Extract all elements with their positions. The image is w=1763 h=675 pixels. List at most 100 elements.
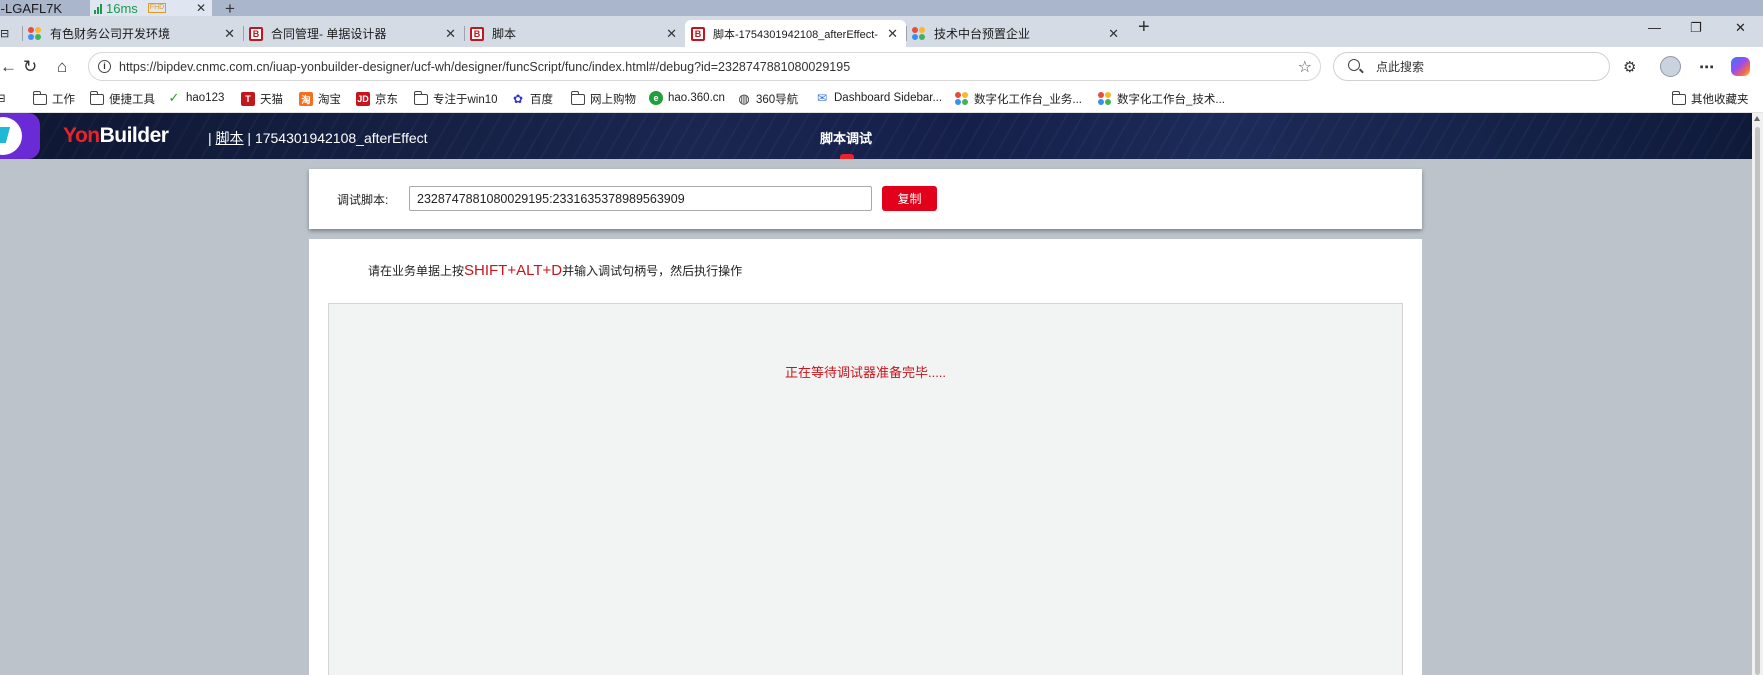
- site-info-icon[interactable]: i: [98, 60, 111, 73]
- quality-badge: FHD: [147, 3, 167, 13]
- url-field[interactable]: i https://bipdev.cnmc.com.cn/iuap-yonbui…: [88, 52, 1321, 81]
- bookmark-shopping[interactable]: 网上购物: [570, 90, 636, 107]
- bookmark-label: 工作: [52, 94, 75, 106]
- more-menu-icon[interactable]: ⋯: [1699, 58, 1714, 76]
- extensions-icon[interactable]: ⚙: [1623, 58, 1636, 76]
- bookmark-jd[interactable]: JD 京东: [356, 91, 398, 107]
- b-logo-icon: B: [470, 26, 484, 41]
- browser-tab-bar: ⊟ 有色财务公司开发环境 ✕ B 合同管理- 单据设计器 ✕ B 脚本 ✕ B …: [0, 16, 1763, 47]
- page-scrollbar[interactable]: [1752, 113, 1763, 675]
- tab-4-active[interactable]: B 脚本-1754301942108_afterEffect- ✕: [685, 20, 906, 47]
- bookmark-label: 京东: [375, 94, 398, 106]
- avatar[interactable]: [1660, 56, 1681, 77]
- tab-3[interactable]: B 脚本 ✕: [464, 20, 685, 47]
- close-icon[interactable]: ✕: [1108, 26, 1119, 42]
- tab-title: 有色财务公司开发环境: [50, 27, 171, 41]
- jd-icon: JD: [356, 92, 370, 106]
- close-icon[interactable]: ✕: [666, 26, 677, 42]
- colored-dots-icon: [912, 26, 926, 41]
- bookmarks-bar: ⊟ 工作 便捷工具 ✓ hao123 T 天猫 淘淘宝 JD 京东 专注于win10 …: [0, 86, 1763, 113]
- taobao-icon: 淘: [299, 92, 313, 106]
- baidu-icon: ✿: [512, 92, 524, 106]
- title-indicator: [840, 154, 854, 159]
- close-icon[interactable]: ✕: [887, 26, 898, 42]
- latency-label: 16ms: [106, 0, 138, 16]
- tab-1[interactable]: 有色财务公司开发环境 ✕: [22, 20, 243, 47]
- favorite-star-icon[interactable]: ☆: [1298, 57, 1312, 77]
- bookmark-dashboard[interactable]: ✉ Dashboard Sidebar...: [815, 91, 942, 105]
- minimize-icon[interactable]: —: [1648, 20, 1661, 35]
- colored-dots-icon: [28, 26, 42, 41]
- tmall-icon: T: [241, 92, 255, 106]
- bookmark-label: hao.360.cn: [668, 92, 725, 104]
- console-status: 正在等待调试器准备完毕.....: [784, 365, 947, 380]
- bookmark-label: 网上购物: [590, 94, 636, 106]
- copy-button[interactable]: 复制: [882, 186, 937, 211]
- address-bar: ← ↻ ⌂ i https://bipdev.cnmc.com.cn/iuap-…: [0, 47, 1763, 86]
- search-icon: [1348, 59, 1360, 71]
- breadcrumb-current: | 1754301942108_afterEffect: [247, 130, 428, 146]
- globe-icon: ◍: [738, 91, 750, 106]
- other-bookmarks[interactable]: 其他收藏夹: [1671, 90, 1749, 107]
- app-header: YonBuilder | 脚本 | 1754301942108_afterEff…: [0, 113, 1752, 159]
- close-icon[interactable]: ✕: [224, 26, 235, 42]
- debug-script-label: 调试脚本:: [337, 193, 389, 207]
- hao123-icon: ✓: [168, 90, 180, 105]
- yonbuilder-logo: YonBuilder: [63, 124, 169, 147]
- bookmark-label: hao123: [186, 92, 225, 104]
- folder-icon: [413, 90, 428, 105]
- b-logo-icon: B: [249, 26, 263, 41]
- host-label: P-LGAFL7K: [0, 0, 63, 16]
- b-logo-icon: B: [691, 26, 705, 41]
- scroll-up-icon[interactable]: [1754, 116, 1760, 121]
- restore-icon[interactable]: ❐: [1690, 20, 1702, 36]
- bookmark-work[interactable]: 工作: [32, 90, 75, 107]
- tab-2[interactable]: B 合同管理- 单据设计器 ✕: [243, 20, 464, 47]
- bookmark-label: 专注于win10: [433, 94, 498, 106]
- home-icon[interactable]: ⌂: [57, 57, 67, 77]
- scroll-thumb[interactable]: [1755, 127, 1760, 675]
- bookmark-tools[interactable]: 便捷工具: [89, 90, 155, 107]
- bookmark-label: Dashboard Sidebar...: [834, 92, 943, 104]
- instruction-text: 请在业务单据上按SHIFT+ALT+D并输入调试句柄号，然后执行操作: [368, 262, 743, 279]
- shortcut-key: SHIFT+ALT+D: [464, 262, 563, 279]
- debug-handle-input[interactable]: [409, 186, 872, 211]
- folder-icon: [89, 90, 104, 105]
- bookmark-360nav[interactable]: ◍ 360导航: [737, 91, 798, 107]
- bookmark-label: 360导航: [756, 94, 799, 106]
- bookmark-hao123[interactable]: ✓ hao123: [167, 90, 225, 105]
- new-tab-icon[interactable]: +: [1138, 16, 1150, 39]
- tab-overflow[interactable]: ⊟: [0, 20, 20, 47]
- close-window-icon[interactable]: ✕: [1735, 20, 1746, 36]
- close-icon[interactable]: ✕: [445, 26, 456, 42]
- search-placeholder: 点此搜索: [1376, 60, 1425, 74]
- bookmark-workbench-biz[interactable]: 数字化工作台_业务...: [955, 91, 1082, 107]
- back-icon[interactable]: ←: [0, 57, 17, 77]
- bookmark-tmall[interactable]: T 天猫: [241, 91, 283, 107]
- network-tab[interactable]: 16ms FHD ✕: [90, 0, 212, 16]
- breadcrumb-link-script[interactable]: 脚本: [216, 130, 244, 146]
- tab-title: 脚本-1754301942108_afterEffect-: [713, 28, 878, 41]
- bookmarks-toggle-icon[interactable]: ⊟: [0, 91, 6, 105]
- colored-dots-icon: [1098, 92, 1112, 106]
- url-text: https://bipdev.cnmc.com.cn/iuap-yonbuild…: [119, 59, 851, 74]
- close-icon[interactable]: ✕: [196, 1, 206, 15]
- bookmark-workbench-tech[interactable]: 数字化工作台_技术...: [1098, 91, 1225, 107]
- tab-title: 脚本: [492, 27, 517, 41]
- bookmark-win10[interactable]: 专注于win10: [413, 90, 498, 107]
- tab-5[interactable]: 技术中台预置企业 ✕: [906, 20, 1127, 47]
- bookmark-baidu[interactable]: ✿ 百度: [511, 91, 553, 107]
- 360-icon: e: [649, 91, 663, 105]
- debug-main-panel: 请在业务单据上按SHIFT+ALT+D并输入调试句柄号，然后执行操作 正在等待调…: [309, 239, 1422, 675]
- top-strip: P-LGAFL7K 16ms FHD ✕ +: [0, 0, 1763, 18]
- copilot-icon[interactable]: [1731, 57, 1750, 76]
- search-input[interactable]: 点此搜索: [1333, 52, 1610, 81]
- refresh-icon[interactable]: ↻: [23, 57, 37, 77]
- bookmark-taobao[interactable]: 淘淘宝: [299, 91, 341, 107]
- breadcrumb: | 脚本 | 1754301942108_afterEffect: [208, 130, 428, 146]
- folder-icon: [570, 90, 585, 105]
- bookmark-label: 数字化工作台_技术...: [1117, 94, 1225, 106]
- folder-icon: [1671, 90, 1686, 105]
- bookmark-hao360[interactable]: e hao.360.cn: [649, 91, 725, 105]
- mail-icon: ✉: [816, 91, 828, 105]
